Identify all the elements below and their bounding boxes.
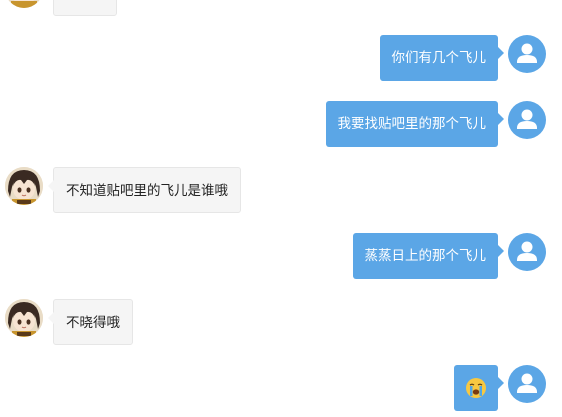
user-icon — [517, 373, 537, 393]
message-bubble: 你们有几个飞儿 — [379, 35, 504, 81]
message-bubble: 不晓得哦 — [48, 299, 133, 345]
message-bubble — [53, 0, 117, 16]
self-avatar[interactable] — [508, 365, 546, 403]
other-avatar[interactable] — [5, 167, 43, 205]
anime-avatar-icon — [5, 167, 43, 205]
crying-face-emoji-icon — [466, 378, 486, 398]
message-bubble: 蒸蒸日上的那个飞儿 — [352, 233, 504, 279]
self-avatar[interactable] — [508, 101, 546, 139]
other-avatar[interactable] — [5, 299, 43, 337]
message-bubble: 不知道贴吧里的飞儿是谁哦 — [48, 167, 241, 213]
message-bubble — [454, 365, 504, 411]
self-avatar[interactable] — [508, 35, 546, 73]
anime-avatar-icon — [5, 0, 43, 8]
user-icon — [517, 241, 537, 261]
user-icon — [517, 109, 537, 129]
self-avatar[interactable] — [508, 233, 546, 271]
user-icon — [517, 43, 537, 63]
chat-window: 你们有几个飞儿 我要找贴吧里的那个飞儿 不知道贴吧里的飞儿是谁哦 蒸蒸日上的那个… — [0, 0, 562, 417]
anime-avatar-icon — [5, 299, 43, 337]
other-avatar[interactable] — [5, 0, 43, 8]
message-bubble: 我要找贴吧里的那个飞儿 — [325, 101, 504, 147]
